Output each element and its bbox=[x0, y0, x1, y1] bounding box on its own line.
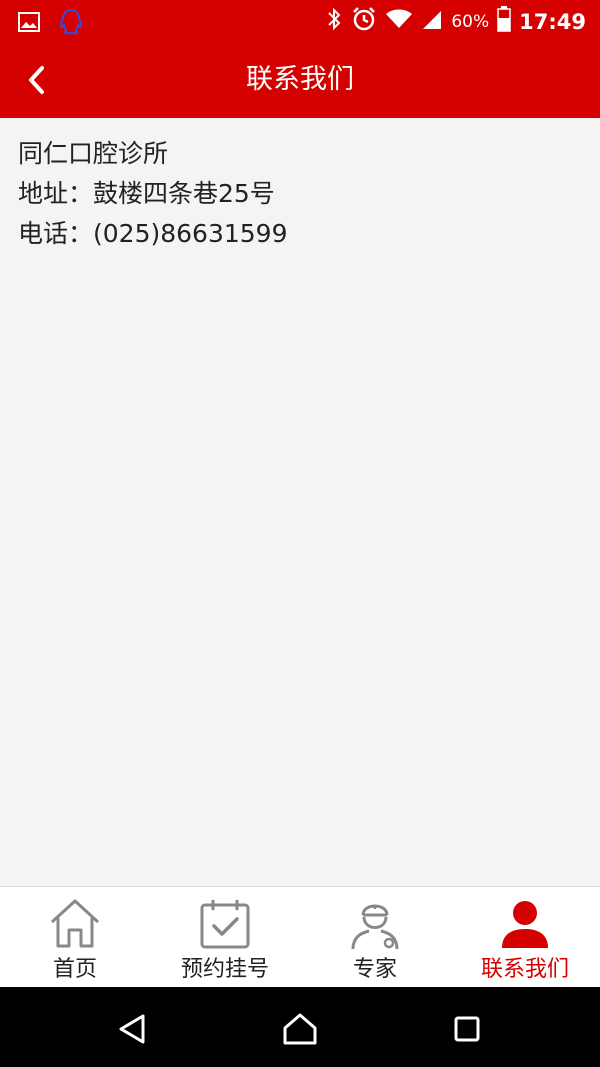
system-nav-bar bbox=[0, 987, 600, 1067]
image-icon bbox=[18, 12, 40, 36]
bottom-tab-bar: 首页 预约挂号 专家 联系我们 bbox=[0, 886, 600, 987]
battery-percent: 60% bbox=[451, 11, 490, 32]
app-bar: 联系我们 bbox=[0, 42, 600, 118]
tab-appointment[interactable]: 预约挂号 bbox=[150, 887, 300, 987]
recents-square-icon bbox=[454, 1016, 480, 1042]
clinic-phone[interactable]: 电话：(025)86631599 bbox=[18, 214, 582, 254]
status-right-icons: 60% 17:49 bbox=[325, 6, 586, 37]
calendar-check-icon bbox=[197, 897, 253, 951]
nav-home-button[interactable] bbox=[280, 1009, 320, 1049]
back-triangle-icon bbox=[119, 1014, 145, 1044]
home-icon bbox=[47, 897, 103, 951]
tab-appointment-label: 预约挂号 bbox=[180, 957, 269, 982]
person-icon bbox=[497, 897, 553, 951]
status-left-icons bbox=[18, 8, 84, 40]
bluetooth-icon bbox=[325, 7, 343, 36]
page-title: 联系我们 bbox=[246, 64, 354, 95]
status-time: 17:49 bbox=[519, 9, 586, 34]
tab-contact-label: 联系我们 bbox=[480, 957, 569, 982]
clinic-address: 地址：鼓楼四条巷25号 bbox=[18, 179, 275, 208]
wifi-icon bbox=[385, 8, 413, 35]
tab-home[interactable]: 首页 bbox=[0, 887, 150, 987]
alarm-icon bbox=[351, 6, 377, 37]
back-button[interactable] bbox=[16, 60, 56, 100]
nav-recents-button[interactable] bbox=[447, 1009, 487, 1049]
tab-experts-label: 专家 bbox=[352, 957, 397, 982]
tab-contact[interactable]: 联系我们 bbox=[450, 887, 600, 987]
status-bar: 60% 17:49 bbox=[0, 0, 600, 42]
battery-icon bbox=[497, 6, 511, 37]
back-chevron-icon bbox=[29, 66, 44, 94]
tab-experts[interactable]: 专家 bbox=[300, 887, 450, 987]
signal-icon bbox=[421, 8, 443, 35]
nav-back-button[interactable] bbox=[113, 1009, 153, 1049]
contact-content: 同仁口腔诊所 地址：鼓楼四条巷25号 电话：(025)86631599 bbox=[0, 118, 600, 886]
clinic-name: 同仁口腔诊所 bbox=[18, 139, 169, 168]
tab-home-label: 首页 bbox=[52, 957, 97, 982]
qq-icon bbox=[58, 8, 84, 40]
doctor-icon bbox=[347, 897, 403, 951]
home-outline-icon bbox=[283, 1013, 317, 1045]
